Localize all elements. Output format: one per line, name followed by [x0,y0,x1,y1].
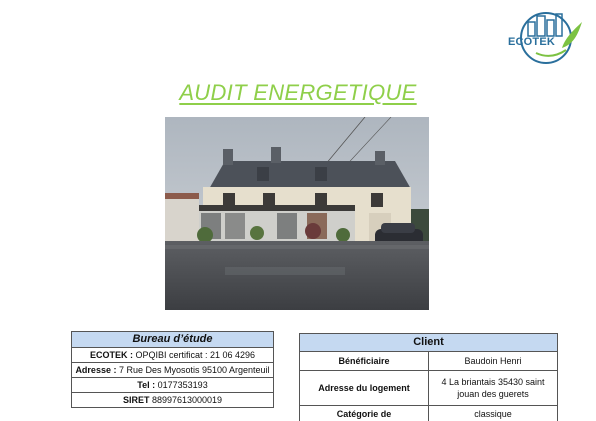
client-label-categorie: Catégorie de [299,405,429,421]
bureau-row-label: Adresse : [75,365,117,375]
client-label-beneficiaire: Bénéficiaire [299,351,429,371]
client-value-categorie: classique [428,405,558,421]
bureau-row-adresse: Adresse : 7 Rue Des Myosotis 95100 Argen… [71,362,274,378]
bureau-row-siret: SIRET 88997613000019 [71,392,274,408]
client-label-adresse: Adresse du logement [299,370,429,406]
document-page: ECOTEK AUDIT ENERGETIQUE Bureau d’étude … [0,0,596,421]
bureau-row-label: Tel : [137,380,156,390]
table-row: Bénéficiaire Baudoin Henri [299,351,558,371]
page-title: AUDIT ENERGETIQUE [179,80,417,105]
ecotek-logo: ECOTEK [506,8,584,66]
bureau-row-label: SIRET [122,395,150,405]
table-row: Adresse du logement 4 La briantais 35430… [299,370,558,406]
client-table: Client Bénéficiaire Baudoin Henri Adress… [299,333,558,421]
bureau-row-value: 0177353193 [155,380,208,390]
bureau-row-tel: Tel : 0177353193 [71,377,274,393]
logo-text: ECOTEK [508,36,556,48]
house-photo [165,117,429,310]
client-value-beneficiaire: Baudoin Henri [428,351,558,371]
bureau-row-ecotek: ECOTEK : OPQIBI certificat : 21 06 4296 [71,347,274,363]
bureau-row-label: ECOTEK : [89,350,133,360]
bureau-row-value: 7 Rue Des Myosotis 95100 Argenteuil [116,365,270,375]
bureau-etude-table: Bureau d’étude ECOTEK : OPQIBI certifica… [71,331,274,408]
client-header: Client [299,333,558,352]
table-row: Catégorie de classique [299,405,558,421]
client-value-adresse: 4 La briantais 35430 saint jouan des gue… [428,370,558,406]
bureau-row-value: OPQIBI certificat : 21 06 4296 [132,350,256,360]
bureau-etude-header: Bureau d’étude [71,331,274,348]
bureau-row-value: 88997613000019 [149,395,223,405]
